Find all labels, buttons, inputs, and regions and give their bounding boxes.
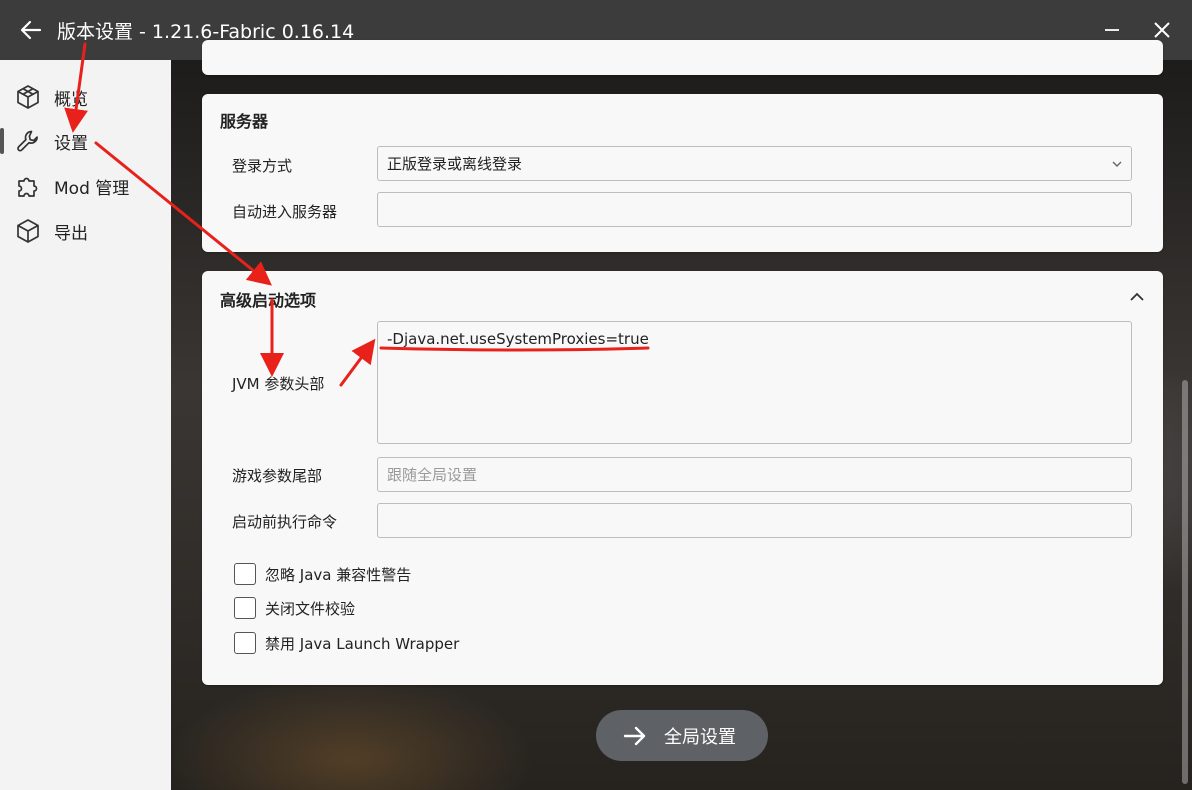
package-icon [17,219,39,243]
jvm-args-label: JVM 参数头部 [232,375,325,393]
auto-join-server-input[interactable] [377,192,1132,227]
cube-outline-icon [17,85,39,109]
game-args-label: 游戏参数尾部 [232,467,323,485]
back-button[interactable] [14,14,48,46]
server-card: 服务器 登录方式 正版登录或离线登录 自动进入服务器 [202,94,1163,252]
checkbox-label: 忽略 Java 兼容性警告 [265,565,412,584]
sidebar-item-overview[interactable]: 概览 [0,76,171,116]
wrench-icon [17,130,38,152]
login-method-label: 登录方式 [232,157,293,175]
checkbox-label: 禁用 Java Launch Wrapper [265,634,460,653]
card-title: 高级启动选项 [220,291,317,310]
sidebar-item-label: Mod 管理 [54,179,130,199]
login-method-select[interactable]: 正版登录或离线登录 [377,146,1132,181]
chevron-up-icon[interactable] [1127,287,1147,307]
global-settings-button[interactable]: 全局设置 [596,710,768,761]
arrow-left-icon [20,20,42,40]
puzzle-icon [18,177,38,197]
arrow-right-icon [623,726,646,746]
global-settings-label: 全局设置 [664,727,736,748]
checkbox-box[interactable] [234,597,256,619]
sidebar-item-export[interactable]: 导出 [0,210,171,250]
ignore-java-warning-checkbox[interactable]: 忽略 Java 兼容性警告 [234,562,411,586]
minimize-icon [1105,29,1119,31]
sidebar-item-mods[interactable]: Mod 管理 [0,165,171,205]
sidebar-item-label: 概览 [54,90,88,110]
disable-launch-wrapper-checkbox[interactable]: 禁用 Java Launch Wrapper [234,631,459,655]
pre-launch-command-label: 启动前执行命令 [232,513,338,531]
checkbox-box[interactable] [234,632,256,654]
pre-launch-command-input[interactable] [377,503,1132,538]
scrollbar[interactable] [1182,380,1188,784]
login-method-value: 正版登录或离线登录 [387,155,523,173]
card-title: 服务器 [220,112,269,131]
checkbox-label: 关闭文件校验 [265,599,356,618]
sidebar-item-settings[interactable]: 设置 [0,120,171,160]
sidebar-item-label: 设置 [54,134,88,154]
previous-card [202,40,1163,75]
close-icon [1154,22,1170,38]
auto-join-server-label: 自动进入服务器 [232,203,338,221]
chevron-down-icon [1112,161,1122,167]
sidebar: 概览 设置 Mod 管理 导出 [0,60,171,790]
disable-file-check-checkbox[interactable]: 关闭文件校验 [234,596,355,620]
advanced-launch-card: 高级启动选项 JVM 参数头部 -Djava.net.useSystemProx… [202,271,1163,685]
checkbox-box[interactable] [234,563,256,585]
sidebar-item-label: 导出 [54,224,88,244]
game-args-input[interactable]: 跟随全局设置 [377,457,1132,492]
jvm-args-textarea[interactable]: -Djava.net.useSystemProxies=true [377,321,1132,444]
